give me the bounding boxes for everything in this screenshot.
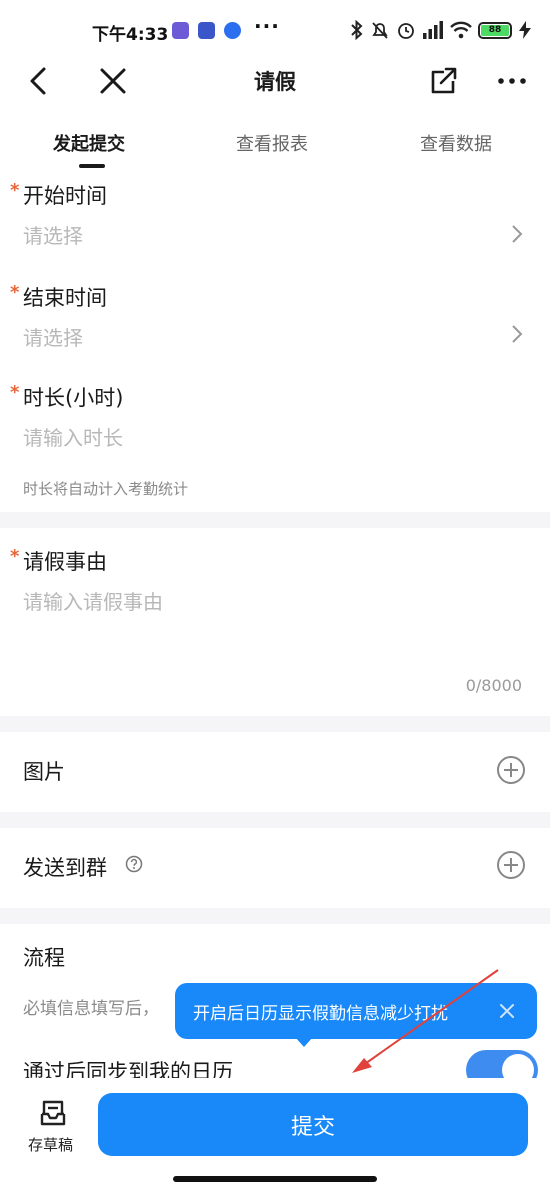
required-marker: * xyxy=(10,282,20,303)
images-label: 图片 xyxy=(23,760,65,784)
tab-data[interactable]: 查看数据 xyxy=(420,130,492,156)
tooltip-text: 开启后日历显示假勤信息减少打扰 xyxy=(193,1004,448,1024)
signal-icon xyxy=(423,21,443,39)
reason-label: 请假事由 xyxy=(23,550,107,574)
app-notification-icon xyxy=(224,22,241,39)
reason-char-counter: 0/8000 xyxy=(465,676,522,695)
more-notifications-icon: ··· xyxy=(254,14,280,38)
required-marker: * xyxy=(10,546,20,567)
mute-bell-icon xyxy=(372,22,388,39)
share-external-icon[interactable] xyxy=(426,64,460,98)
process-label: 流程 xyxy=(23,946,65,970)
images-field[interactable]: 图片 xyxy=(0,732,550,812)
end-time-field[interactable]: * 结束时间 请选择 xyxy=(0,278,550,368)
reason-textarea[interactable]: 请输入请假事由 xyxy=(23,586,163,615)
wifi-icon xyxy=(450,21,472,39)
close-icon[interactable] xyxy=(497,1001,517,1021)
alarm-icon xyxy=(398,23,414,39)
start-time-label: 开始时间 xyxy=(23,184,107,208)
duration-label: 时长(小时) xyxy=(23,386,124,410)
start-time-field[interactable]: * 开始时间 请选择 xyxy=(0,176,550,266)
end-time-placeholder: 请选择 xyxy=(23,326,83,350)
section-divider xyxy=(0,812,550,828)
duration-hint: 时长将自动计入考勤统计 xyxy=(23,480,189,498)
submit-button[interactable]: 提交 xyxy=(98,1093,528,1156)
calendar-tooltip: 开启后日历显示假勤信息减少打扰 xyxy=(175,983,537,1047)
section-divider xyxy=(0,908,550,924)
status-bar: 下午4:33 ··· 88 xyxy=(0,0,550,62)
required-marker: * xyxy=(10,382,20,403)
more-options-icon[interactable] xyxy=(495,64,529,98)
nav-bar: 请假 xyxy=(0,58,550,104)
tooltip-tail xyxy=(295,1037,313,1047)
section-divider xyxy=(0,716,550,732)
app-notification-icon xyxy=(198,22,215,39)
process-hint: 必填信息填写后， xyxy=(23,999,159,1019)
end-time-label: 结束时间 xyxy=(23,286,107,310)
required-marker: * xyxy=(10,180,20,201)
draft-box-icon[interactable] xyxy=(38,1098,68,1128)
bluetooth-icon xyxy=(351,20,363,40)
send-to-group-label: 发送到群 xyxy=(23,856,107,880)
add-image-icon[interactable] xyxy=(496,755,526,785)
send-to-group-field[interactable]: 发送到群 xyxy=(0,828,550,908)
duration-field: * 时长(小时) 请输入时长 时长将自动计入考勤统计 xyxy=(0,378,550,508)
battery-icon: 88 xyxy=(478,21,512,39)
page-title: 请假 xyxy=(254,70,296,94)
tab-report[interactable]: 查看报表 xyxy=(236,130,308,156)
help-icon[interactable] xyxy=(125,855,143,873)
status-time: 下午4:33 xyxy=(92,25,169,45)
tab-bar: 发起提交 查看报表 查看数据 xyxy=(0,120,550,168)
save-draft-label[interactable]: 存草稿 xyxy=(28,1134,73,1155)
reason-field[interactable]: * 请假事由 请输入请假事由 0/8000 xyxy=(0,542,550,712)
add-group-icon[interactable] xyxy=(496,850,526,880)
tab-submit[interactable]: 发起提交 xyxy=(53,130,125,156)
status-icons: 88 xyxy=(350,18,532,42)
bottom-bar: 存草稿 提交 xyxy=(0,1078,550,1192)
battery-level: 88 xyxy=(481,24,509,36)
home-indicator xyxy=(173,1176,377,1182)
app-notification-icon xyxy=(172,22,189,39)
charging-icon xyxy=(519,21,531,39)
duration-input[interactable]: 请输入时长 xyxy=(23,422,123,451)
chevron-right-icon xyxy=(512,225,523,243)
tab-active-indicator xyxy=(79,164,105,168)
chevron-right-icon xyxy=(512,325,523,343)
section-divider xyxy=(0,512,550,528)
start-time-placeholder: 请选择 xyxy=(23,224,83,248)
